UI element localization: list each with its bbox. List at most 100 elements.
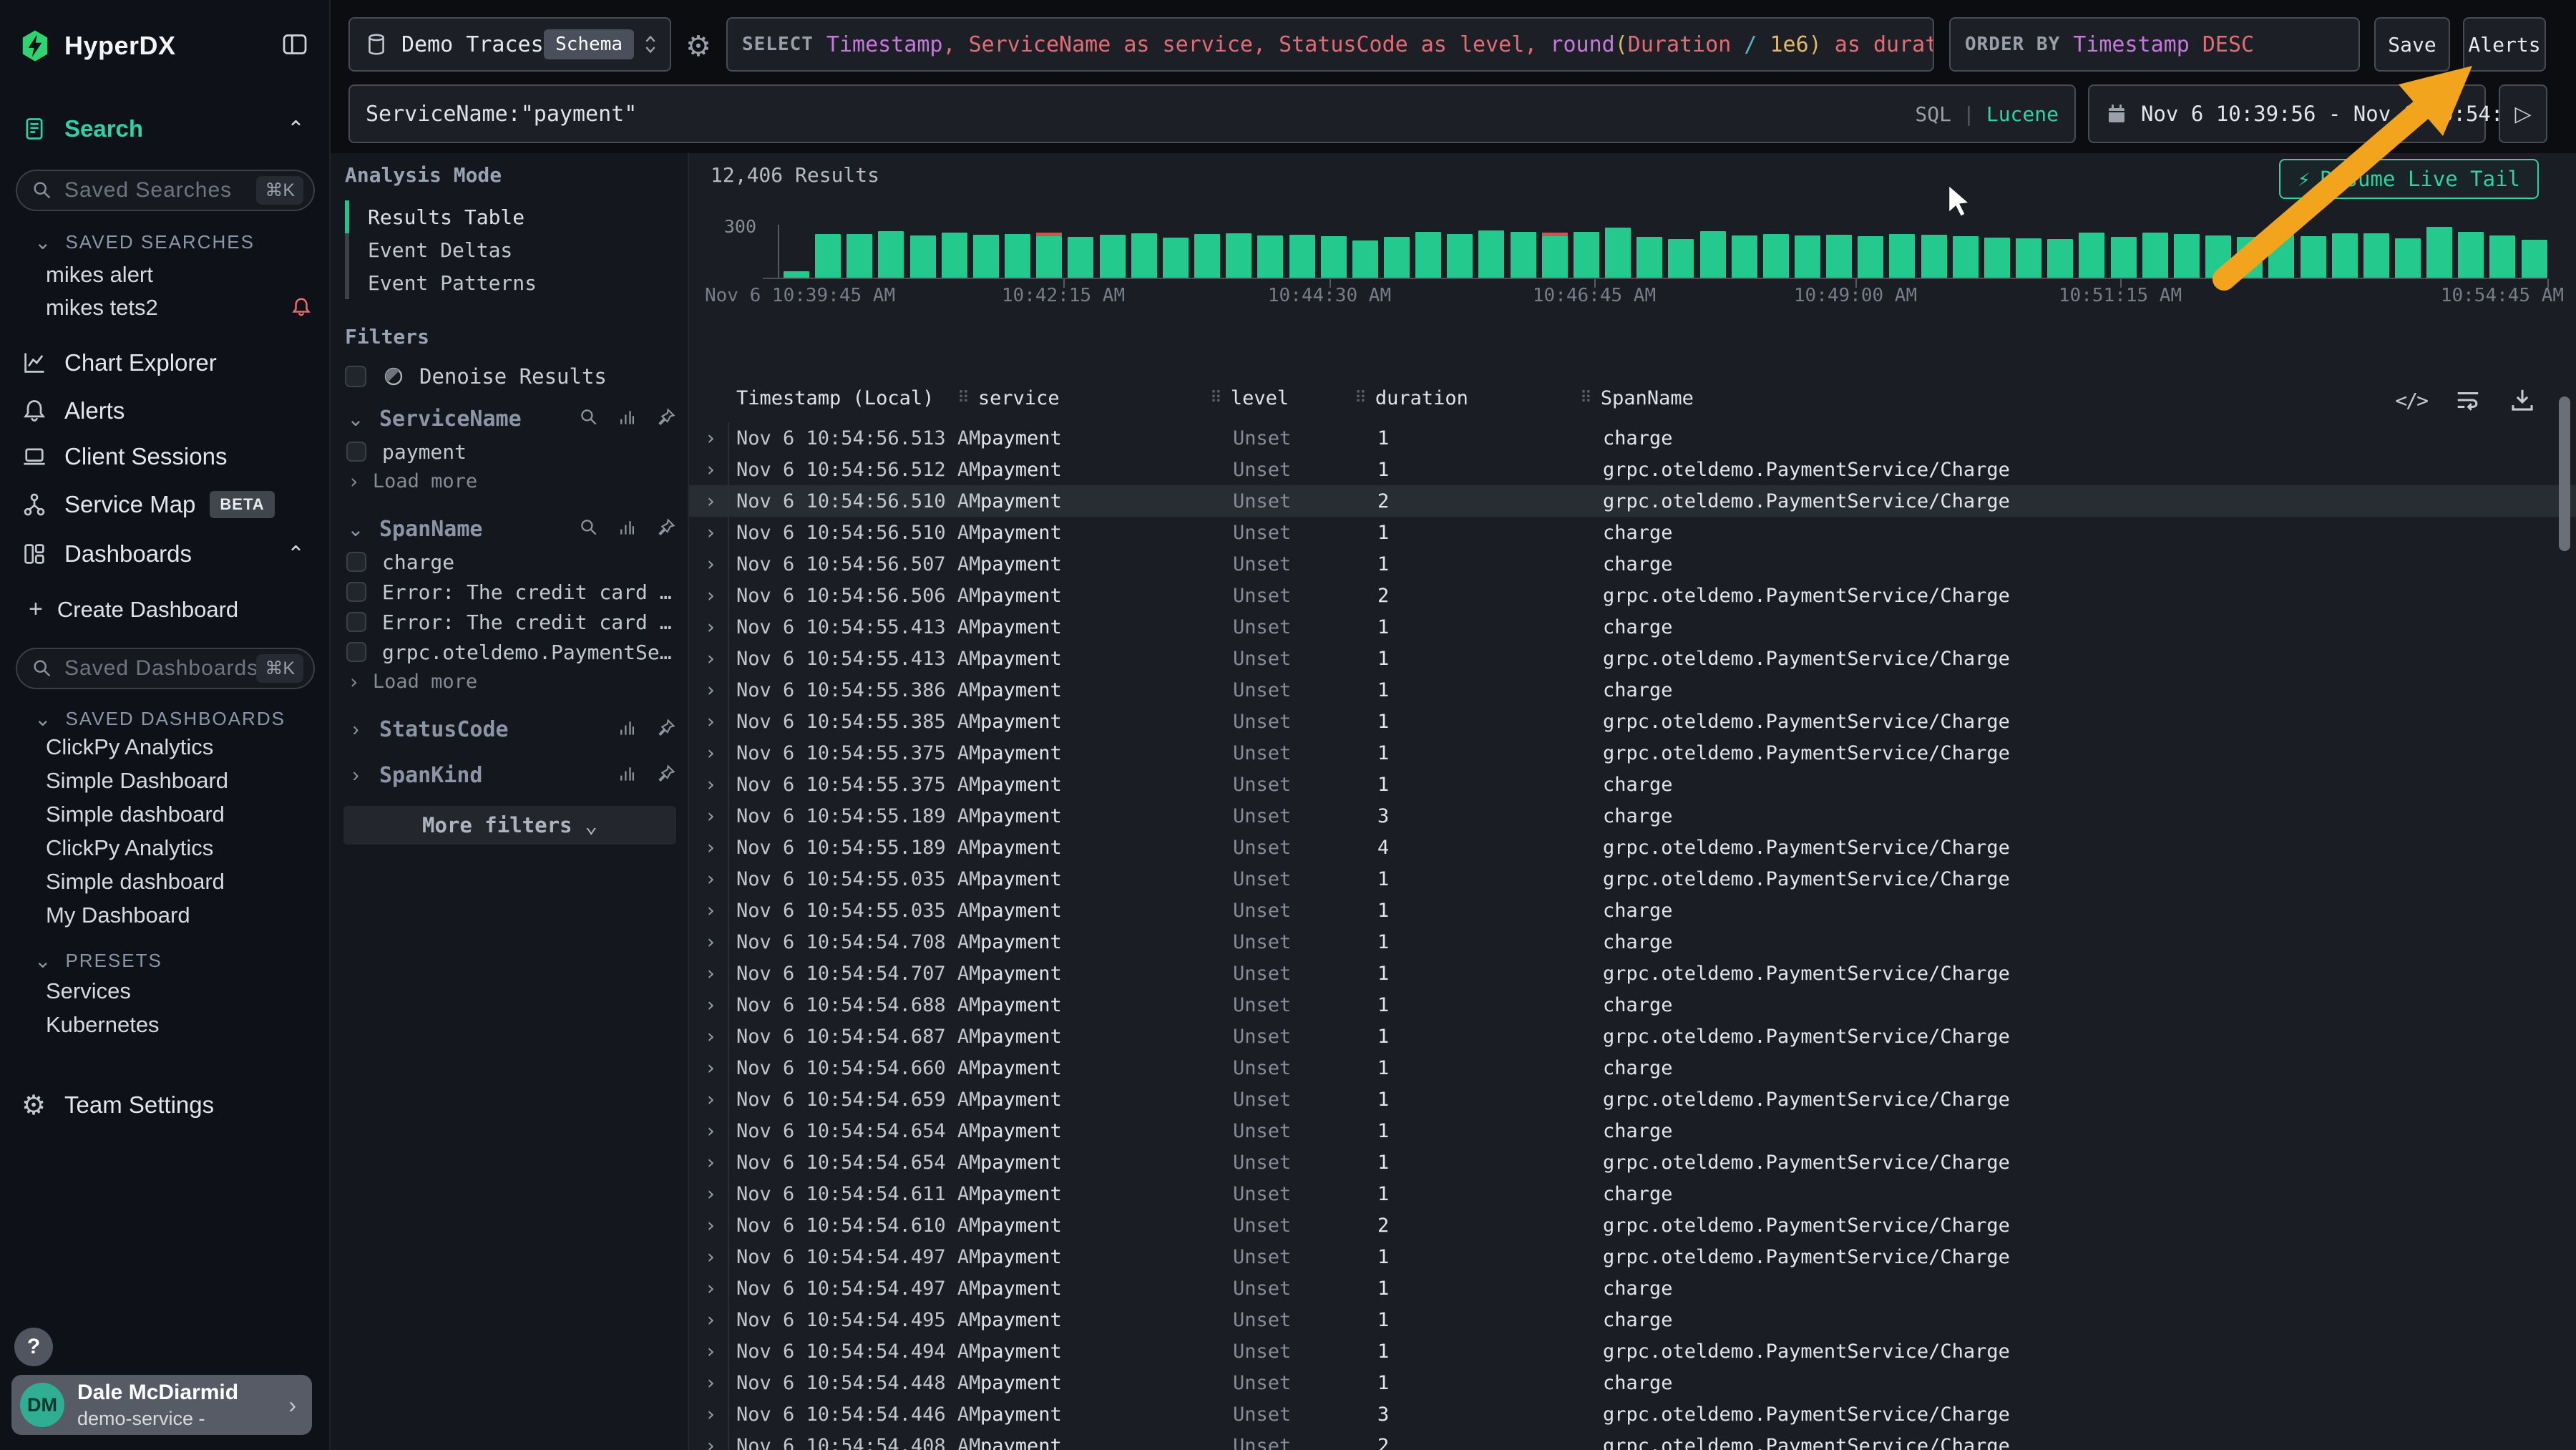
analysis-mode-event-patterns[interactable]: Event Patterns <box>345 266 674 299</box>
row-expand-icon[interactable]: › <box>705 1084 729 1115</box>
search-icon[interactable] <box>579 407 599 431</box>
sql-select-editor[interactable]: SELECT Timestamp, ServiceName as service… <box>726 17 1934 72</box>
row-expand-icon[interactable]: › <box>705 1367 729 1398</box>
sidebar-item-service-map[interactable]: Service Map BETA <box>0 482 331 527</box>
saved-dashboard-item[interactable]: My Dashboard <box>46 902 190 928</box>
chart-icon[interactable] <box>618 718 638 741</box>
row-expand-icon[interactable]: › <box>705 800 729 832</box>
filter-value-row[interactable]: Error: The credit card … <box>343 607 676 637</box>
row-expand-icon[interactable]: › <box>705 1273 729 1304</box>
table-row[interactable]: ›Nov 6 10:54:54.446 AMpaymentUnset3grpc.… <box>689 1398 2576 1430</box>
time-range-picker[interactable]: Nov 6 10:39:56 - Nov 6 10:54:56 <box>2088 84 2486 143</box>
gear-icon[interactable]: ⚙ <box>686 30 711 63</box>
chart-icon[interactable] <box>618 407 638 431</box>
preset-item[interactable]: Services <box>46 978 131 1004</box>
row-expand-icon[interactable]: › <box>705 611 729 643</box>
table-row[interactable]: ›Nov 6 10:54:56.510 AMpaymentUnset2grpc.… <box>689 485 2576 517</box>
sidebar-collapse-icon[interactable] <box>280 30 309 59</box>
analysis-mode-results-table[interactable]: Results Table <box>345 200 674 233</box>
row-expand-icon[interactable]: › <box>705 1241 729 1273</box>
search-query-input[interactable]: ServiceName:"payment" SQL | Lucene <box>348 84 2076 143</box>
pin-icon[interactable] <box>656 517 676 541</box>
table-row[interactable]: ›Nov 6 10:54:54.497 AMpaymentUnset1grpc.… <box>689 1241 2576 1273</box>
saved-dashboards-input[interactable]: Saved Dashboards ⌘K <box>16 648 315 689</box>
row-expand-icon[interactable]: › <box>705 517 729 548</box>
table-row[interactable]: ›Nov 6 10:54:56.512 AMpaymentUnset1grpc.… <box>689 454 2576 485</box>
table-row[interactable]: ›Nov 6 10:54:56.507 AMpaymentUnset1charg… <box>689 548 2576 580</box>
row-expand-icon[interactable]: › <box>705 485 729 517</box>
saved-searches-input[interactable]: Saved Searches ⌘K <box>16 170 315 211</box>
code-view-icon[interactable]: </> <box>2395 389 2427 412</box>
row-expand-icon[interactable]: › <box>705 1335 729 1367</box>
saved-dashboard-item[interactable]: ClickPy Analytics <box>46 835 213 861</box>
filter-value-checkbox[interactable] <box>346 582 366 602</box>
sidebar-item-search[interactable]: Search ⌃ <box>0 106 331 152</box>
table-row[interactable]: ›Nov 6 10:54:55.189 AMpaymentUnset4grpc.… <box>689 832 2576 863</box>
denoise-results-toggle[interactable]: Denoise Results <box>345 359 607 394</box>
table-row[interactable]: ›Nov 6 10:54:55.386 AMpaymentUnset1charg… <box>689 674 2576 706</box>
analysis-mode-event-deltas[interactable]: Event Deltas <box>345 233 674 266</box>
filter-value-row[interactable]: charge <box>343 547 676 577</box>
table-row[interactable]: ›Nov 6 10:54:54.610 AMpaymentUnset2grpc.… <box>689 1210 2576 1241</box>
saved-search-item[interactable]: mikes tets2 <box>46 295 318 321</box>
order-by-editor[interactable]: ORDER BY Timestamp DESC <box>1949 17 2360 72</box>
column-header-level[interactable]: ⠿level <box>1210 382 1289 414</box>
row-expand-icon[interactable]: › <box>705 1398 729 1430</box>
table-row[interactable]: ›Nov 6 10:54:54.660 AMpaymentUnset1charg… <box>689 1052 2576 1084</box>
saved-dashboard-item[interactable]: Simple dashboard <box>46 802 225 827</box>
saved-dashboard-item[interactable]: Simple dashboard <box>46 869 225 895</box>
row-expand-icon[interactable]: › <box>705 1210 729 1241</box>
table-row[interactable]: ›Nov 6 10:54:54.708 AMpaymentUnset1charg… <box>689 926 2576 958</box>
table-row[interactable]: ›Nov 6 10:54:54.611 AMpaymentUnset1charg… <box>689 1178 2576 1210</box>
row-expand-icon[interactable]: › <box>705 832 729 863</box>
table-row[interactable]: ›Nov 6 10:54:55.375 AMpaymentUnset1charg… <box>689 769 2576 800</box>
row-expand-icon[interactable]: › <box>705 580 729 611</box>
download-icon[interactable] <box>2509 386 2536 414</box>
drag-handle-icon[interactable]: ⠿ <box>1355 389 1367 407</box>
row-expand-icon[interactable]: › <box>705 1021 729 1052</box>
filter-value-row[interactable]: payment <box>343 437 676 467</box>
chart-icon[interactable] <box>618 764 638 787</box>
lang-sql-toggle[interactable]: SQL <box>1915 102 1951 126</box>
filter-value-checkbox[interactable] <box>346 552 366 572</box>
sidebar-item-alerts[interactable]: Alerts <box>0 388 331 434</box>
column-header-spanname[interactable]: ⠿SpanName <box>1580 382 1694 414</box>
run-query-button[interactable]: ▷ <box>2499 84 2547 143</box>
row-expand-icon[interactable]: › <box>705 863 729 895</box>
pin-icon[interactable] <box>656 718 676 741</box>
pin-icon[interactable] <box>656 764 676 787</box>
row-expand-icon[interactable]: › <box>705 1115 729 1147</box>
saved-dashboard-item[interactable]: Simple Dashboard <box>46 768 228 794</box>
sidebar-item-client-sessions[interactable]: Client Sessions <box>0 434 331 480</box>
filter-group-spankind[interactable]: ›SpanKind <box>343 757 676 793</box>
table-row[interactable]: ›Nov 6 10:54:55.035 AMpaymentUnset1charg… <box>689 895 2576 926</box>
table-row[interactable]: ›Nov 6 10:54:54.687 AMpaymentUnset1grpc.… <box>689 1021 2576 1052</box>
table-row[interactable]: ›Nov 6 10:54:54.494 AMpaymentUnset1grpc.… <box>689 1335 2576 1367</box>
filter-value-checkbox[interactable] <box>346 612 366 632</box>
chevron-up-icon[interactable]: ⌃ <box>287 117 305 142</box>
wrap-text-icon[interactable] <box>2454 386 2482 414</box>
load-more-button[interactable]: ›Load more <box>343 467 676 495</box>
table-row[interactable]: ›Nov 6 10:54:55.189 AMpaymentUnset3charg… <box>689 800 2576 832</box>
row-expand-icon[interactable]: › <box>705 1052 729 1084</box>
table-row[interactable]: ›Nov 6 10:54:54.448 AMpaymentUnset1charg… <box>689 1367 2576 1398</box>
table-row[interactable]: ›Nov 6 10:54:54.497 AMpaymentUnset1charg… <box>689 1273 2576 1304</box>
row-expand-icon[interactable]: › <box>705 769 729 800</box>
more-filters-button[interactable]: More filters⌄ <box>343 806 676 845</box>
row-expand-icon[interactable]: › <box>705 989 729 1021</box>
filter-group-servicename[interactable]: ⌄ServiceName <box>343 401 676 437</box>
row-expand-icon[interactable]: › <box>705 737 729 769</box>
row-expand-icon[interactable]: › <box>705 1430 729 1450</box>
preset-item[interactable]: Kubernetes <box>46 1012 160 1038</box>
table-row[interactable]: ›Nov 6 10:54:54.408 AMpaymentUnset2grpc.… <box>689 1430 2576 1450</box>
table-row[interactable]: ›Nov 6 10:54:54.495 AMpaymentUnset1charg… <box>689 1304 2576 1335</box>
sidebar-item-chart-explorer[interactable]: Chart Explorer <box>0 340 331 386</box>
row-expand-icon[interactable]: › <box>705 706 729 737</box>
denoise-checkbox[interactable] <box>345 366 366 387</box>
filter-value-row[interactable]: Error: The credit card … <box>343 577 676 607</box>
alerts-button[interactable]: Alerts <box>2463 17 2546 72</box>
table-row[interactable]: ›Nov 6 10:54:54.659 AMpaymentUnset1grpc.… <box>689 1084 2576 1115</box>
row-expand-icon[interactable]: › <box>705 1178 729 1210</box>
saved-dashboard-item[interactable]: ClickPy Analytics <box>46 734 213 760</box>
lang-lucene-toggle[interactable]: Lucene <box>1986 102 2059 126</box>
